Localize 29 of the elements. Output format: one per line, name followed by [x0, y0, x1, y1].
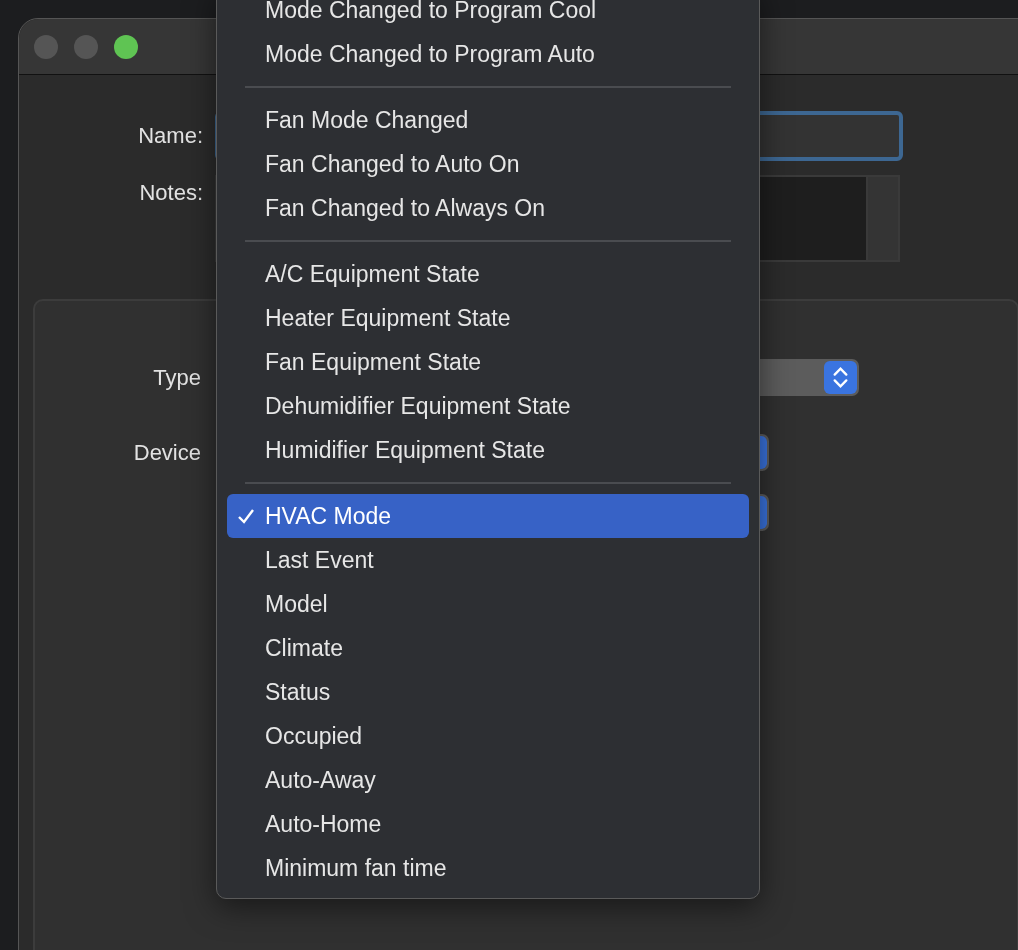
menu-item[interactable]: Occupied: [227, 714, 749, 758]
menu-item[interactable]: Auto-Home: [227, 802, 749, 846]
menu-item[interactable]: Minimum fan time: [227, 846, 749, 890]
menu-item[interactable]: Fan Equipment State: [227, 340, 749, 384]
menu-item[interactable]: Fan Changed to Auto On: [227, 142, 749, 186]
scrollbar[interactable]: [866, 177, 898, 260]
menu-item[interactable]: Status: [227, 670, 749, 714]
menu-item[interactable]: Heater Equipment State: [227, 296, 749, 340]
menu-item[interactable]: Humidifier Equipment State: [227, 428, 749, 472]
menu-item[interactable]: Last Event: [227, 538, 749, 582]
menu-item[interactable]: Climate: [227, 626, 749, 670]
field-label: Type: [153, 364, 201, 390]
menu-item[interactable]: Fan Changed to Always On: [227, 186, 749, 230]
name-label: Name:: [137, 123, 203, 149]
menu-item[interactable]: A/C Equipment State: [227, 252, 749, 296]
close-button[interactable]: [34, 34, 58, 59]
menu-item[interactable]: Model: [227, 582, 749, 626]
checkmark-icon: [237, 507, 255, 525]
menu-item[interactable]: Mode Changed to Program Cool: [227, 0, 749, 32]
menu-item[interactable]: Auto-Away: [227, 758, 749, 802]
menu-item[interactable]: HVAC Mode: [227, 494, 749, 538]
notes-label: Notes:: [138, 179, 203, 206]
minimize-button[interactable]: [74, 34, 98, 59]
menu-item[interactable]: Dehumidifier Equipment State: [227, 384, 749, 428]
field-label: Device: [133, 439, 201, 465]
stepper-icon: [824, 361, 857, 394]
zoom-button[interactable]: [114, 34, 138, 59]
menu-item[interactable]: Mode Changed to Program Auto: [227, 32, 749, 76]
menu-item[interactable]: Fan Mode Changed: [227, 98, 749, 142]
